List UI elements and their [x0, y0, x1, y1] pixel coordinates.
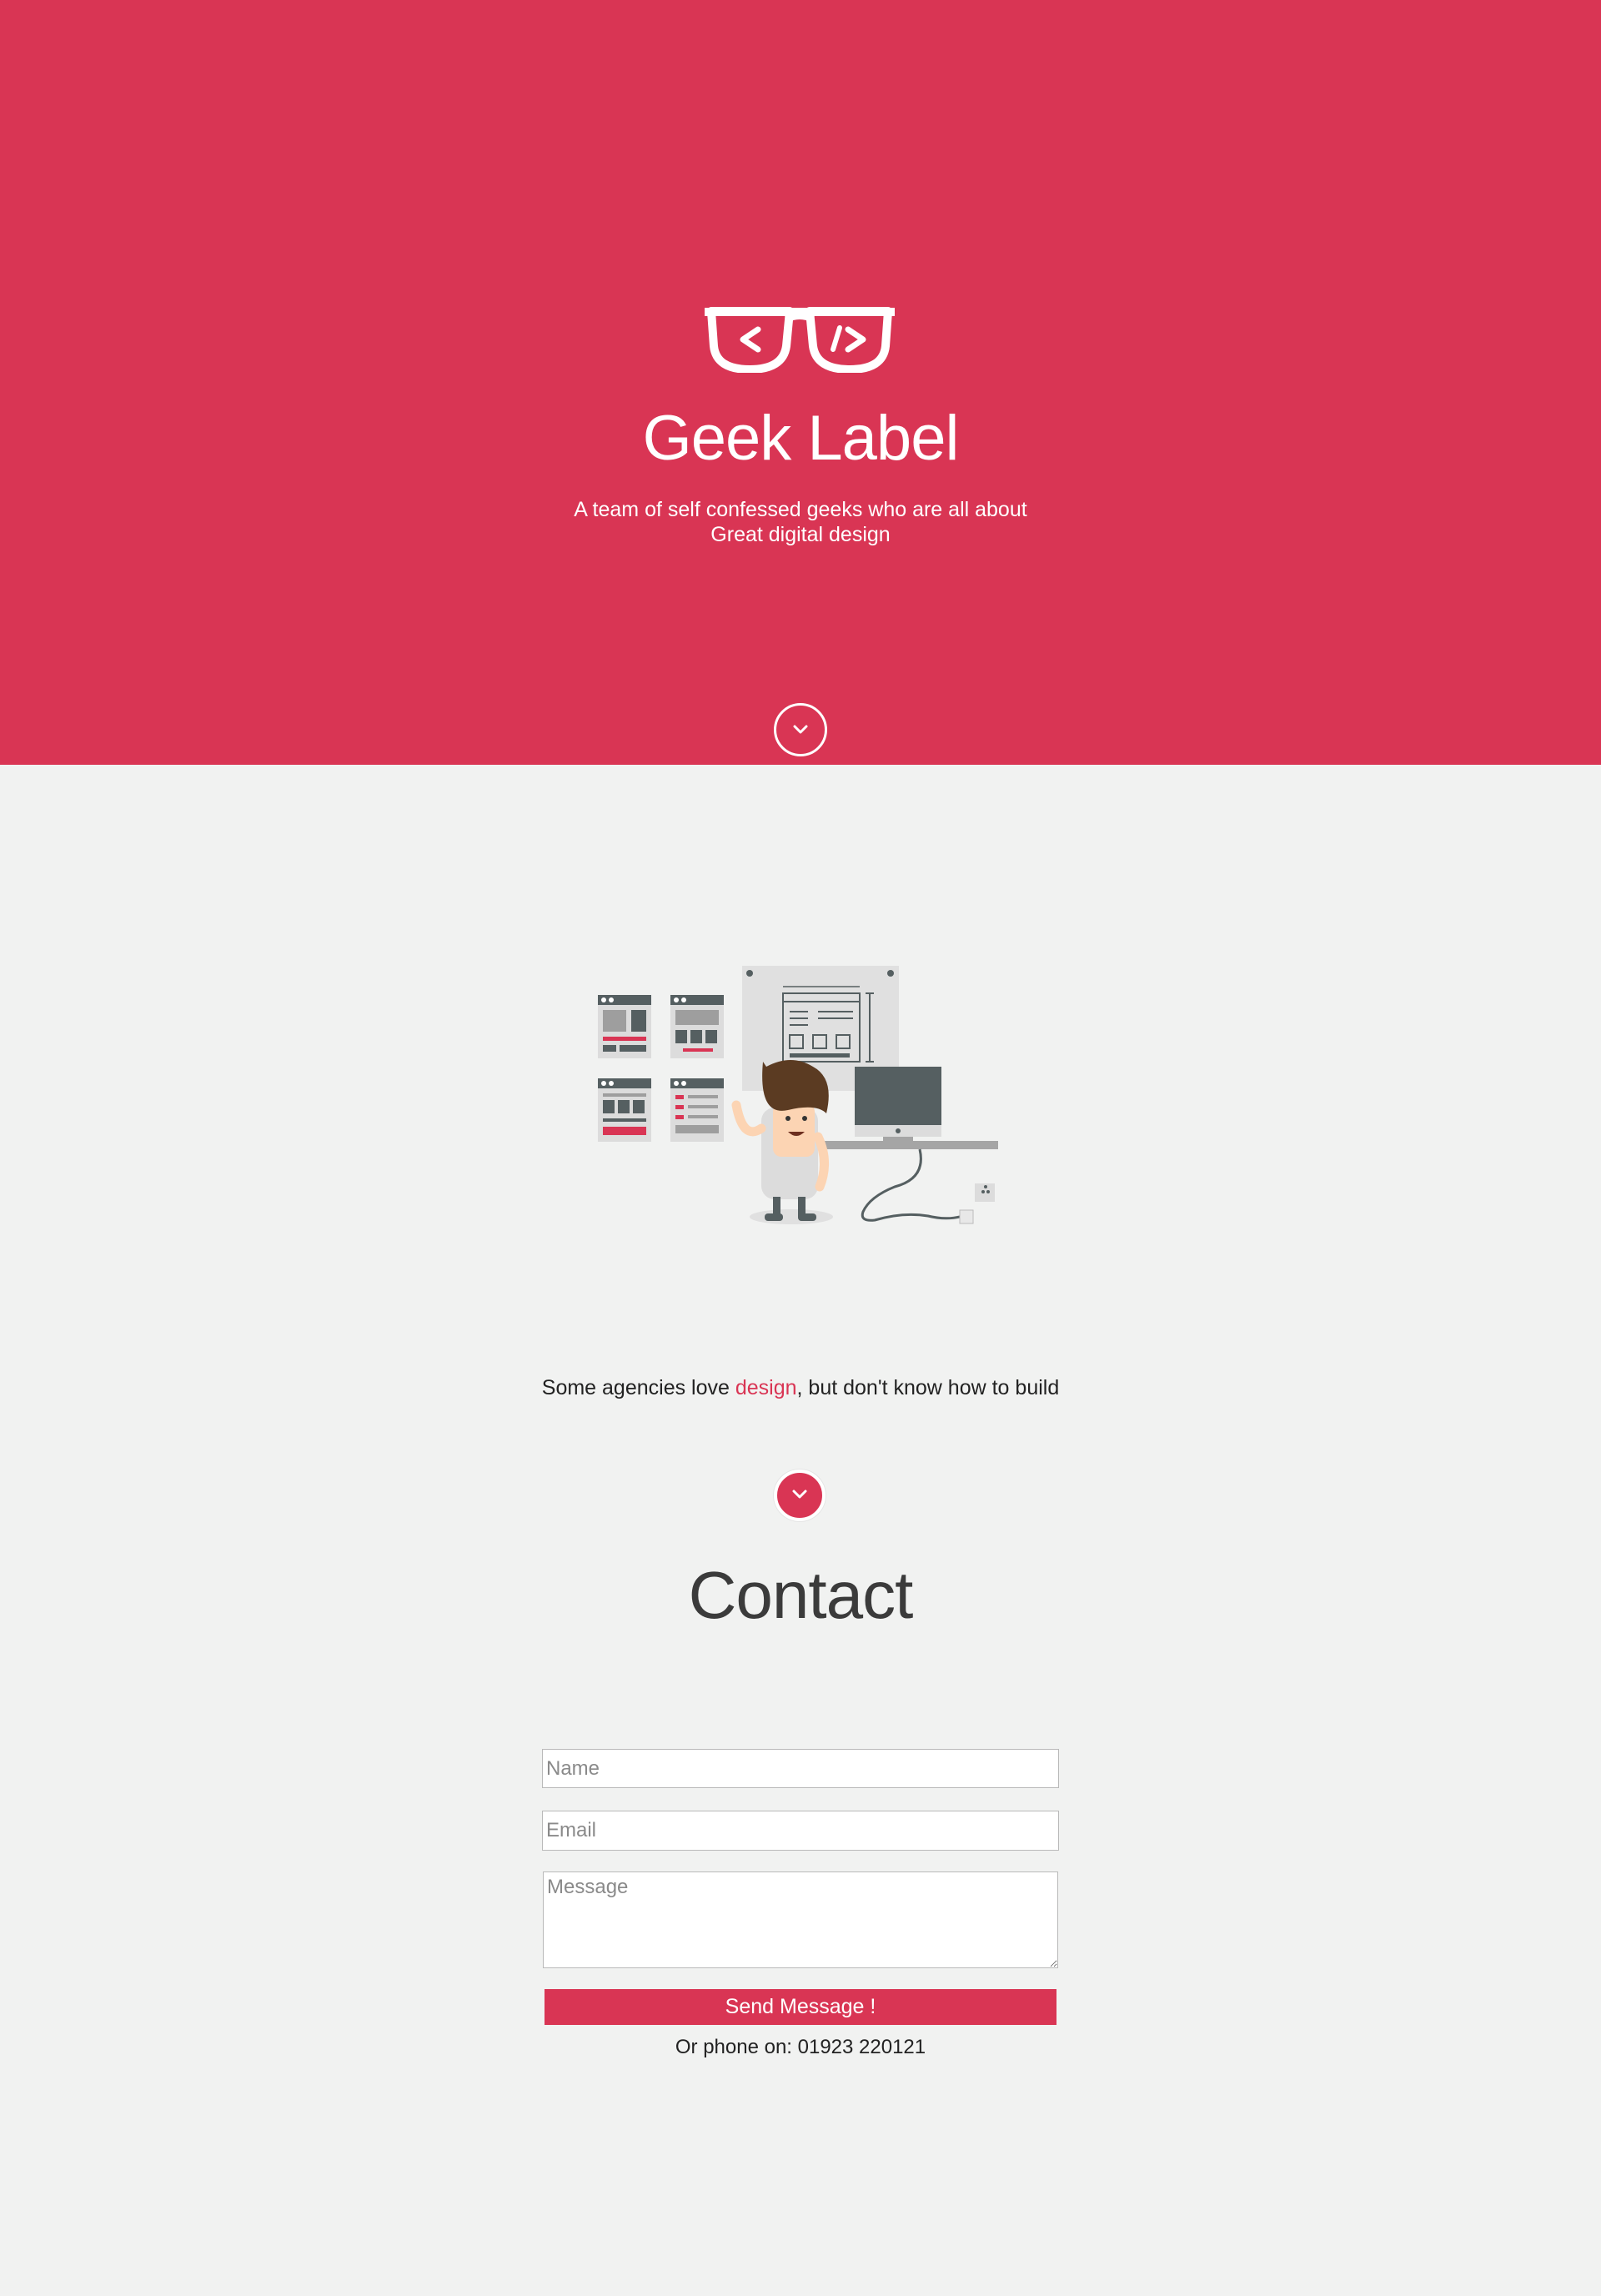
- phone-info: Or phone on: 01923 220121: [675, 2036, 926, 2058]
- hero-tagline: A team of self confessed geeks who are a…: [0, 497, 1601, 547]
- scroll-down-button[interactable]: [774, 703, 827, 756]
- chevron-down-icon: [793, 725, 808, 734]
- about-text-accent: design: [735, 1376, 797, 1399]
- hero-tagline-line2: Great digital design: [710, 523, 891, 546]
- developer-at-desk-illustration: [598, 966, 998, 1224]
- message-field[interactable]: [543, 1871, 1058, 1968]
- send-message-button[interactable]: Send Message !: [545, 1989, 1056, 2025]
- name-field[interactable]: [542, 1749, 1059, 1788]
- hero-tagline-line1: A team of self confessed geeks who are a…: [574, 498, 1027, 521]
- email-field[interactable]: [542, 1811, 1059, 1851]
- about-text-start: Some agencies love: [541, 1376, 735, 1399]
- chevron-down-icon: [792, 1490, 807, 1499]
- scroll-to-contact-button[interactable]: [774, 1470, 826, 1521]
- about-text-end: , but don't know how to build: [796, 1376, 1060, 1399]
- contact-title: Contact: [688, 1558, 914, 1632]
- glasses-code-icon: [705, 307, 895, 373]
- hero-section: Geek Label A team of self confessed geek…: [0, 0, 1601, 765]
- about-text: Some agencies love design, but don't kno…: [0, 1374, 1601, 1402]
- brand-title: Geek Label: [642, 403, 960, 474]
